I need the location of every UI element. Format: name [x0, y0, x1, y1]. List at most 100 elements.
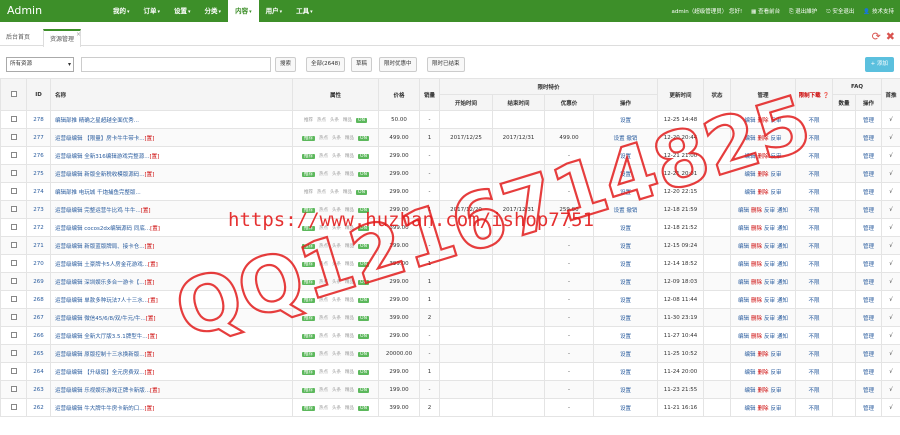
row-id[interactable]: 271	[33, 243, 44, 249]
manage-action-2[interactable]: 反审	[771, 136, 782, 142]
manage-action-0[interactable]: 编辑	[744, 172, 755, 178]
manage-action-2[interactable]: 反审	[771, 118, 782, 124]
row-id[interactable]: 274	[33, 189, 44, 195]
attr-toggle[interactable]: 头条	[332, 226, 341, 231]
row-promo-op[interactable]: 设置	[620, 406, 631, 412]
attr-toggle[interactable]: 精品	[345, 352, 354, 357]
attr-toggle[interactable]: 推荐	[304, 118, 313, 123]
attr-toggle[interactable]: 头条	[332, 154, 341, 159]
close-all-icon[interactable]: ✖	[886, 30, 895, 43]
row-name-link[interactable]: 运营级编辑 完整运营牛比鸡 牛牛...	[55, 208, 141, 214]
row-limit[interactable]: 不限	[809, 244, 820, 250]
row-name-link[interactable]: 运营级编辑 cocos2dx编辑源码 同底...	[55, 226, 150, 232]
row-limit[interactable]: 不限	[809, 226, 820, 232]
row-checkbox[interactable]	[0, 362, 27, 381]
manage-action-1[interactable]: 删除	[758, 154, 769, 160]
row-faq-manage[interactable]: 管理	[863, 136, 874, 142]
row-promo-op[interactable]: 设置	[620, 154, 631, 160]
row-promo-op[interactable]: 设置	[620, 298, 631, 304]
attr-toggle[interactable]: 头条	[332, 316, 341, 321]
manage-action-2[interactable]: 反审	[764, 316, 775, 322]
attr-toggle[interactable]: 推荐	[302, 153, 316, 159]
attr-toggle[interactable]: 热点	[319, 406, 328, 411]
row-limit[interactable]: 不限	[809, 352, 820, 358]
close-icon[interactable]: ×	[76, 26, 81, 43]
manage-action-1[interactable]: 删除	[758, 352, 769, 358]
row-name-link[interactable]: 编辑部推 电玩城 千炮捕鱼完整版...	[55, 190, 141, 196]
attr-toggle[interactable]: 推荐	[302, 171, 316, 177]
row-id[interactable]: 276	[33, 153, 44, 159]
menu-item-3[interactable]: 分类▾	[198, 0, 229, 22]
manage-action-0[interactable]: 编辑	[738, 226, 749, 232]
attr-toggle[interactable]: ON	[358, 171, 369, 177]
col-sales[interactable]: 销量	[419, 78, 440, 111]
row-id[interactable]: 266	[33, 333, 44, 339]
attr-toggle[interactable]: 推荐	[302, 387, 316, 393]
row-faq-manage[interactable]: 管理	[863, 388, 874, 394]
menu-item-4[interactable]: 内容▾	[228, 0, 259, 22]
exit-maintenance-link[interactable]: ⎘ 退出維护	[789, 7, 817, 16]
attr-toggle[interactable]: 推荐	[302, 333, 316, 339]
filter-all-button[interactable]: 全部(2648)	[306, 57, 346, 72]
menu-item-0[interactable]: 我的▾	[106, 0, 137, 22]
manage-action-1[interactable]: 删除	[751, 334, 762, 340]
row-name-link[interactable]: 运营级编辑 【升级版】全元房费双...	[55, 370, 145, 376]
row-faq-manage[interactable]: 管理	[863, 118, 874, 124]
row-checkbox[interactable]	[0, 218, 27, 237]
row-faq-manage[interactable]: 管理	[863, 334, 874, 340]
manage-action-3[interactable]: 通知	[777, 208, 788, 214]
manage-action-1[interactable]: 删除	[751, 208, 762, 214]
resource-type-select[interactable]: 所有资源 ▾	[6, 57, 74, 72]
row-checkbox[interactable]	[0, 398, 27, 417]
support-link[interactable]: 👤 技术支持	[863, 7, 894, 15]
row-name-link[interactable]: 运营级编辑 单款多种玩法7人十三水...	[55, 298, 148, 304]
attr-toggle[interactable]: 头条	[332, 208, 341, 213]
manage-action-0[interactable]: 编辑	[744, 370, 755, 376]
row-limit[interactable]: 不限	[809, 334, 820, 340]
manage-action-0[interactable]: 编辑	[744, 352, 755, 358]
attr-toggle[interactable]: 热点	[319, 370, 328, 375]
manage-action-2[interactable]: 反审	[764, 334, 775, 340]
attr-toggle[interactable]: 热点	[319, 208, 328, 213]
attr-toggle[interactable]: 头条	[332, 262, 341, 267]
attr-toggle[interactable]: 推荐	[302, 351, 316, 357]
attr-toggle[interactable]: 精品	[345, 280, 354, 285]
menu-item-1[interactable]: 订单▾	[137, 0, 168, 22]
attr-toggle[interactable]: 热点	[319, 280, 328, 285]
row-checkbox[interactable]	[0, 380, 27, 399]
attr-toggle[interactable]: ON	[358, 207, 369, 213]
manage-action-2[interactable]: 反审	[764, 262, 775, 268]
attr-toggle[interactable]: 热点	[317, 190, 326, 195]
logout-link[interactable]: ⎋ 安全退出	[826, 7, 854, 16]
attr-toggle[interactable]: 热点	[319, 136, 328, 141]
attr-toggle[interactable]: 热点	[319, 154, 328, 159]
attr-toggle[interactable]: 热点	[319, 334, 328, 339]
attr-toggle[interactable]: 头条	[332, 370, 341, 375]
row-name-link[interactable]: 运营级编辑 深圳娱乐多合一游卡【...	[55, 280, 145, 286]
row-limit[interactable]: 不限	[809, 118, 820, 124]
manage-action-3[interactable]: 通知	[777, 244, 788, 250]
row-id[interactable]: 265	[33, 351, 44, 357]
row-id[interactable]: 263	[33, 387, 44, 393]
attr-toggle[interactable]: 头条	[332, 280, 341, 285]
row-promo-op[interactable]: 设置	[620, 172, 631, 178]
manage-action-1[interactable]: 删除	[751, 244, 762, 250]
row-faq-manage[interactable]: 管理	[863, 370, 874, 376]
manage-action-1[interactable]: 删除	[751, 298, 762, 304]
attr-toggle[interactable]: 精品	[343, 118, 352, 123]
col-id[interactable]: ID	[26, 78, 51, 111]
row-checkbox[interactable]	[0, 344, 27, 363]
attr-toggle[interactable]: ON	[358, 297, 369, 303]
row-name-link[interactable]: 运营级编辑 新版全新税收模版源码...	[55, 172, 145, 178]
manage-action-0[interactable]: 编辑	[738, 298, 749, 304]
row-id[interactable]: 272	[33, 225, 44, 231]
attr-toggle[interactable]: ON	[358, 279, 369, 285]
row-promo-op[interactable]: 设置	[620, 190, 631, 196]
search-input[interactable]	[81, 57, 271, 72]
attr-toggle[interactable]: 推荐	[304, 190, 313, 195]
manage-action-1[interactable]: 删除	[758, 406, 769, 412]
attr-toggle[interactable]: 头条	[332, 352, 341, 357]
row-checkbox[interactable]	[0, 164, 27, 183]
col-price[interactable]: 价格	[378, 78, 420, 111]
attr-toggle[interactable]: ON	[358, 225, 369, 231]
